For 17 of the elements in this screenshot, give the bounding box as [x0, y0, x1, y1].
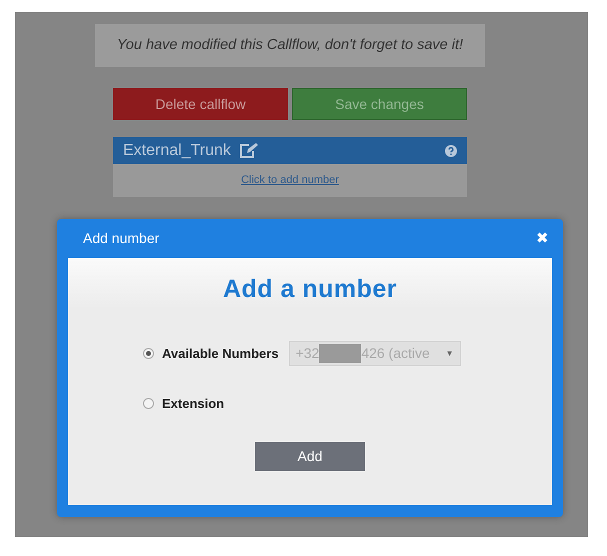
close-button[interactable]: ✖	[536, 231, 549, 246]
add-number-link[interactable]: Click to add number	[241, 172, 339, 189]
save-button[interactable]: Save changes	[292, 88, 467, 120]
dialog-heading: Add a number	[222, 274, 398, 304]
edit-icon[interactable]	[238, 142, 259, 159]
radio-button[interactable]	[143, 348, 154, 359]
add-button[interactable]: Add	[255, 442, 365, 471]
notice-message: You have modified this Callflow, don't forget to save it!	[95, 24, 485, 67]
delete-button[interactable]: Delete callflow	[113, 88, 288, 120]
redaction-block	[319, 344, 362, 363]
radio-label: Available Numbers	[162, 344, 279, 363]
radio-label: Extension	[162, 394, 224, 413]
help-icon[interactable]	[445, 144, 457, 156]
caret-icon: ▼	[446, 348, 454, 360]
trunk-title: External_Trunk	[123, 140, 231, 160]
dialog-title: Add number	[83, 229, 160, 248]
radio-button[interactable]	[143, 398, 154, 409]
